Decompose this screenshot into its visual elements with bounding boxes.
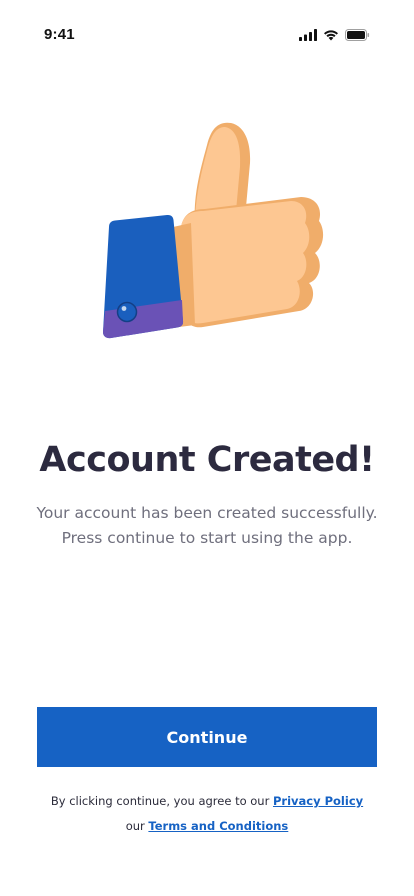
page-title: Account Created! xyxy=(39,440,375,480)
legal-line-1: By clicking continue, you agree to our P… xyxy=(0,790,414,815)
subtitle-line-2: Press continue to start using the app. xyxy=(61,529,353,547)
legal-prefix: By clicking continue, you agree to our xyxy=(50,794,273,808)
continue-button[interactable]: Continue xyxy=(37,707,377,767)
wifi-icon xyxy=(324,30,338,41)
terms-and-conditions-link[interactable]: Terms and Conditions xyxy=(148,819,288,833)
status-bar: 9:41 xyxy=(0,0,414,70)
legal-middle: our xyxy=(125,819,149,833)
battery-icon xyxy=(345,29,370,41)
status-time: 9:41 xyxy=(44,26,75,43)
thumbs-up-icon xyxy=(103,122,324,339)
legal-notice: By clicking continue, you agree to our P… xyxy=(0,790,414,840)
cellular-signal-icon xyxy=(299,29,317,41)
legal-line-2: our Terms and Conditions xyxy=(0,815,414,840)
status-icons xyxy=(299,28,370,42)
subtitle-line-1: Your account has been created successful… xyxy=(36,504,378,522)
page-subtitle: Your account has been created successful… xyxy=(20,501,394,551)
privacy-policy-link[interactable]: Privacy Policy xyxy=(273,794,363,808)
